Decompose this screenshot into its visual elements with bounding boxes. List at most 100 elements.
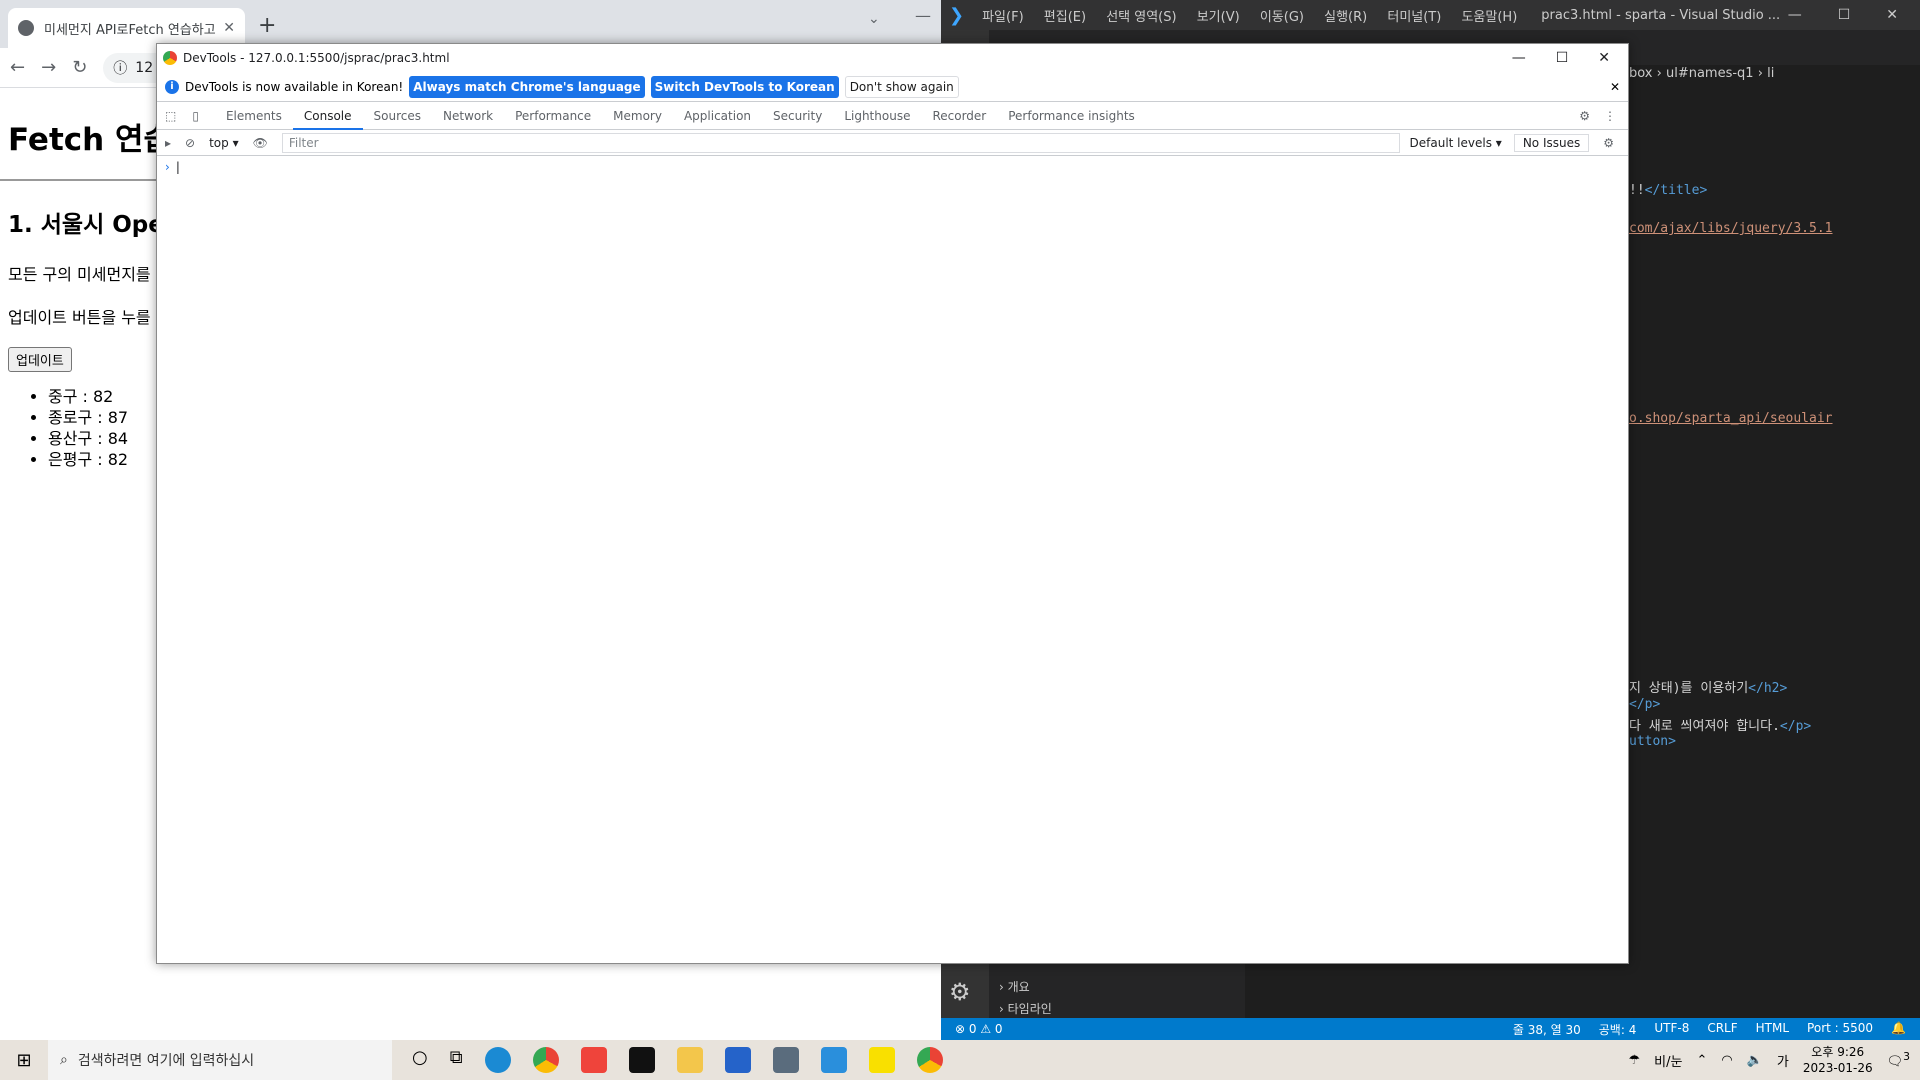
eye-icon[interactable]: 👁 — [253, 136, 268, 150]
task-view-icon[interactable]: ⧉ — [450, 1047, 463, 1073]
minimize-icon[interactable]: — — [1788, 7, 1802, 23]
info-icon: i — [165, 79, 179, 94]
code-line: utton> — [1629, 734, 1676, 749]
indentation[interactable]: 공백: 4 — [1599, 1021, 1637, 1038]
code-line: o.shop/sparta_api/seoulair — [1629, 411, 1833, 426]
system-tray: ☂ 비/눈 ⌃ ◠ 🔈 가 오후 9:26 2023-01-26 🗨3 — [1628, 1044, 1920, 1076]
encoding[interactable]: UTF-8 — [1654, 1021, 1689, 1038]
problems-indicator[interactable]: ⊗ 0 ⚠ 0 — [955, 1022, 1003, 1036]
weather-text[interactable]: 비/눈 — [1654, 1051, 1682, 1070]
filter-input[interactable]: Filter — [281, 132, 1400, 153]
devtools-titlebar: DevTools - 127.0.0.1:5500/jsprac/prac3.h… — [157, 44, 1628, 72]
outline-section[interactable]: › 개요 — [989, 978, 1245, 995]
menu-go[interactable]: 이동(G) — [1260, 10, 1304, 25]
menu-terminal[interactable]: 터미널(T) — [1387, 10, 1441, 25]
tab-console[interactable]: Console — [292, 102, 363, 130]
device-toggle-icon[interactable]: ▯ — [192, 109, 199, 123]
issues-badge[interactable]: No Issues — [1513, 133, 1590, 152]
network-icon[interactable]: ◠ — [1721, 1053, 1732, 1068]
chrome-icon[interactable] — [916, 1047, 943, 1073]
inspect-icon[interactable]: ⬚ — [165, 109, 176, 123]
status-bar: ⊗ 0 ⚠ 0 줄 38, 열 30 공백: 4 UTF-8 CRLF HTML… — [941, 1018, 1920, 1040]
chevron-down-icon[interactable]: ⌄ — [868, 11, 880, 27]
minimize-icon[interactable]: — — [915, 6, 931, 25]
sidebar-toggle-icon[interactable]: ▸ — [165, 136, 171, 150]
gear-icon[interactable]: ⚙ — [1603, 136, 1614, 150]
tab-lighthouse[interactable]: Lighthouse — [833, 102, 921, 130]
back-icon[interactable]: ← — [10, 57, 25, 78]
reload-icon[interactable]: ↻ — [72, 57, 87, 78]
code-line: com/ajax/libs/jquery/3.5.1 — [1629, 221, 1833, 236]
live-server-port[interactable]: Port : 5500 — [1807, 1021, 1873, 1038]
taskbar-search[interactable]: ⌕ 검색하려면 여기에 입력하십시 — [48, 1040, 392, 1080]
language-mode[interactable]: HTML — [1756, 1021, 1789, 1038]
dont-show-again-button[interactable]: Don't show again — [844, 75, 959, 98]
breadcrumb-item[interactable]: li — [1767, 66, 1774, 81]
clock[interactable]: 오후 9:26 2023-01-26 — [1803, 1044, 1873, 1076]
maximize-icon[interactable]: ☐ — [1838, 7, 1851, 23]
console-prompt[interactable]: › | — [157, 156, 1628, 178]
clear-console-icon[interactable]: ⊘ — [185, 136, 195, 150]
close-icon[interactable]: ✕ — [1610, 80, 1620, 94]
context-selector[interactable]: top ▾ — [209, 136, 239, 150]
chrome-icon[interactable] — [532, 1047, 559, 1073]
close-icon[interactable]: ✕ — [1598, 50, 1610, 66]
timeline-section[interactable]: › 타임라인 — [989, 1000, 1245, 1017]
menu-help[interactable]: 도움말(H) — [1461, 10, 1517, 25]
anydesk-icon[interactable] — [580, 1047, 607, 1073]
close-icon[interactable]: ✕ — [1886, 7, 1898, 23]
volume-icon[interactable]: 🔈 — [1747, 1053, 1763, 1068]
minimize-icon[interactable]: — — [1512, 50, 1526, 66]
tab-network[interactable]: Network — [432, 102, 504, 130]
gear-icon[interactable]: ⚙ — [1579, 109, 1590, 123]
tab-memory[interactable]: Memory — [602, 102, 673, 130]
menu-selection[interactable]: 선택 영역(S) — [1106, 10, 1176, 25]
menu-run[interactable]: 실행(R) — [1324, 10, 1367, 25]
match-language-button[interactable]: Always match Chrome's language — [409, 75, 645, 98]
store-icon[interactable] — [724, 1047, 751, 1073]
menu-bar: 파일(F) 편집(E) 선택 영역(S) 보기(V) 이동(G) 실행(R) 터… — [982, 6, 1533, 25]
ime-indicator[interactable]: 가 — [1777, 1051, 1789, 1070]
cortana-icon[interactable]: ○ — [412, 1047, 428, 1073]
devtools-window: DevTools - 127.0.0.1:5500/jsprac/prac3.h… — [156, 43, 1629, 964]
netflix-icon[interactable] — [628, 1047, 655, 1073]
vscode-icon[interactable] — [820, 1047, 847, 1073]
bell-icon[interactable]: 🔔 — [1891, 1021, 1906, 1038]
code-line: </p> — [1629, 697, 1661, 712]
tab-performance[interactable]: Performance — [504, 102, 602, 130]
chrome-tab[interactable]: 미세먼지 API로Fetch 연습하고 ✕ — [8, 8, 245, 48]
window-title: prac3.html - sparta - Visual Studio ... — [1541, 7, 1781, 23]
maximize-icon[interactable]: ☐ — [1556, 50, 1569, 66]
windows-start-icon[interactable]: ⊞ — [0, 1050, 48, 1071]
edge-icon[interactable] — [484, 1047, 511, 1073]
cursor-position[interactable]: 줄 38, 열 30 — [1513, 1021, 1581, 1038]
kakaotalk-icon[interactable] — [868, 1047, 895, 1073]
breadcrumb-item[interactable]: box — [1629, 66, 1653, 81]
tab-security[interactable]: Security — [762, 102, 833, 130]
update-button[interactable]: 업데이트 — [8, 347, 72, 372]
file-explorer-icon[interactable] — [676, 1047, 703, 1073]
breadcrumb: box › ul#names-q1 › li — [1629, 66, 1774, 81]
new-tab-icon[interactable]: + — [258, 13, 276, 38]
log-levels-dropdown[interactable]: Default levels ▾ — [1410, 136, 1502, 150]
gear-icon[interactable]: ⚙ — [949, 978, 971, 1006]
tab-recorder[interactable]: Recorder — [921, 102, 997, 130]
menu-edit[interactable]: 편집(E) — [1044, 10, 1086, 25]
more-icon[interactable]: ⋮ — [1604, 109, 1616, 123]
switch-korean-button[interactable]: Switch DevTools to Korean — [650, 75, 839, 98]
tab-performance-insights[interactable]: Performance insights — [997, 102, 1146, 130]
menu-view[interactable]: 보기(V) — [1197, 10, 1240, 25]
tab-elements[interactable]: Elements — [215, 102, 293, 130]
end-of-line[interactable]: CRLF — [1707, 1021, 1737, 1038]
forward-icon[interactable]: → — [41, 57, 56, 78]
weather-icon[interactable]: ☂ — [1628, 1053, 1640, 1068]
menu-file[interactable]: 파일(F) — [982, 10, 1024, 25]
close-icon[interactable]: ✕ — [223, 20, 235, 36]
calculator-icon[interactable] — [772, 1047, 799, 1073]
breadcrumb-item[interactable]: ul#names-q1 — [1666, 66, 1754, 81]
chrome-icon — [163, 51, 177, 65]
tab-sources[interactable]: Sources — [363, 102, 432, 130]
tab-application[interactable]: Application — [673, 102, 762, 130]
notification-icon[interactable]: 🗨3 — [1887, 1050, 1910, 1069]
chevron-up-icon[interactable]: ⌃ — [1696, 1053, 1707, 1068]
